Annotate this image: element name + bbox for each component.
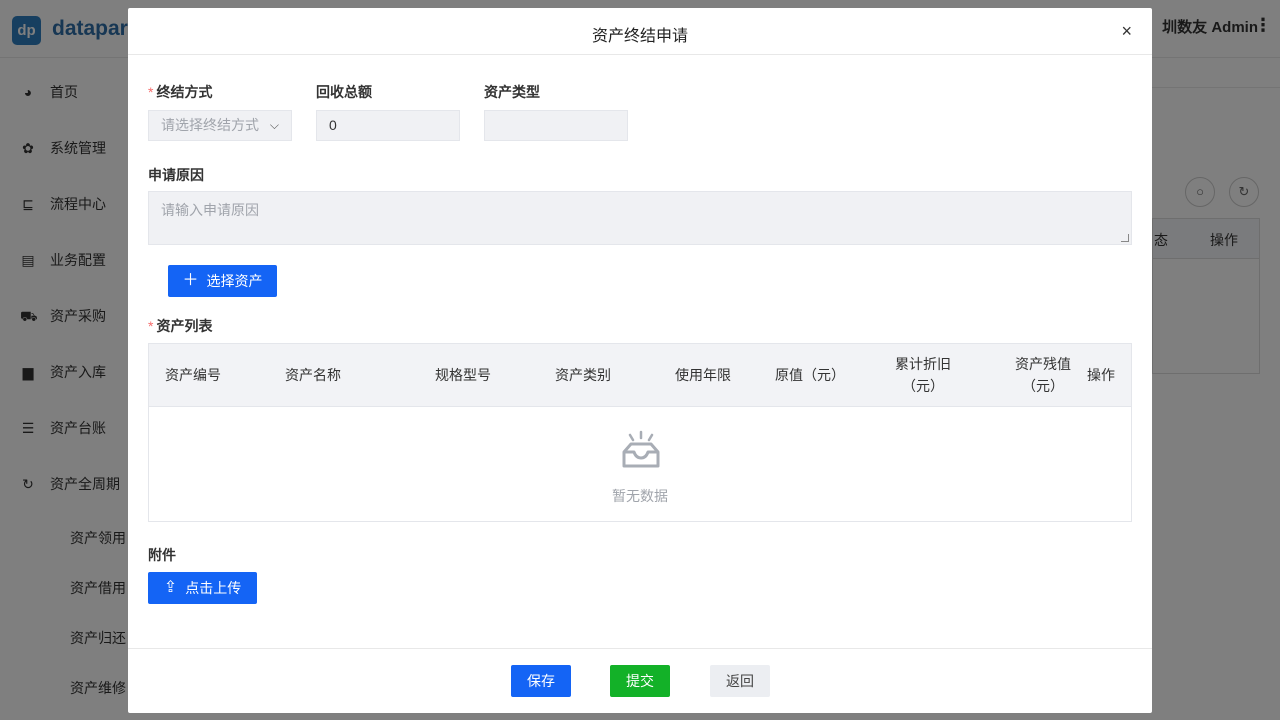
total-label: 回收总额 bbox=[316, 84, 372, 100]
method-label: * 终结方式 bbox=[148, 84, 213, 100]
total-input[interactable]: 0 bbox=[316, 110, 460, 141]
chevron-down-icon: ⌵ bbox=[269, 118, 279, 132]
reason-textarea[interactable]: 请输入申请原因 bbox=[148, 191, 1132, 245]
type-label: 资产类型 bbox=[484, 84, 540, 100]
save-button[interactable]: 保存 bbox=[511, 665, 571, 697]
table-header-cell: 使用年限 bbox=[675, 367, 731, 383]
table-header-cell: 规格型号 bbox=[435, 367, 491, 383]
dialog-footer: 保存 提交 返回 bbox=[128, 648, 1152, 713]
asset-table-header: 资产编号 资产名称 规格型号 资产类别 使用年限 原值（元） 累计折旧（元） 资… bbox=[149, 344, 1131, 407]
method-select-placeholder: 请选择终结方式 bbox=[161, 117, 259, 133]
submit-button[interactable]: 提交 bbox=[610, 665, 670, 697]
empty-inbox-icon bbox=[622, 430, 660, 468]
table-header-cell: 原值（元） bbox=[775, 367, 845, 383]
table-header-cell: 操作 bbox=[1087, 367, 1115, 383]
table-header-cell: 累计折旧（元） bbox=[895, 356, 951, 394]
asset-table: 资产编号 资产名称 规格型号 资产类别 使用年限 原值（元） 累计折旧（元） 资… bbox=[148, 343, 1132, 522]
table-header-cell: 资产残值（元） bbox=[1015, 356, 1071, 394]
terminate-asset-dialog: 资产终结申请 × * 终结方式 请选择终结方式 ⌵ 回收总额 0 资产类型 申请原… bbox=[128, 8, 1152, 713]
attachment-label: 附件 bbox=[148, 547, 176, 563]
method-select[interactable]: 请选择终结方式 ⌵ bbox=[148, 110, 292, 141]
empty-text: 暂无数据 bbox=[612, 488, 668, 504]
asset-list-label: * 资产列表 bbox=[148, 318, 213, 334]
upload-button[interactable]: ⇪ 点击上传 bbox=[148, 572, 257, 604]
upload-icon: ⇪ bbox=[163, 579, 178, 596]
table-header-cell: 资产编号 bbox=[165, 367, 221, 383]
reason-placeholder: 请输入申请原因 bbox=[161, 202, 259, 218]
table-header-cell: 资产类别 bbox=[555, 367, 611, 383]
plus-icon: ＋ bbox=[182, 272, 199, 289]
select-asset-button[interactable]: ＋ 选择资产 bbox=[168, 265, 277, 297]
required-mark: * bbox=[148, 318, 154, 334]
select-asset-button-label: 选择资产 bbox=[206, 273, 263, 289]
back-button[interactable]: 返回 bbox=[710, 665, 770, 697]
dialog-header: 资产终结申请 × bbox=[128, 8, 1152, 55]
upload-button-label: 点击上传 bbox=[185, 580, 242, 596]
close-icon[interactable]: × bbox=[1121, 21, 1132, 41]
dialog-title: 资产终结申请 bbox=[591, 28, 688, 45]
resize-handle-icon[interactable] bbox=[1121, 234, 1129, 242]
required-mark: * bbox=[148, 84, 154, 100]
type-input[interactable] bbox=[484, 110, 628, 141]
reason-label: 申请原因 bbox=[148, 167, 204, 183]
table-header-cell: 资产名称 bbox=[285, 367, 341, 383]
